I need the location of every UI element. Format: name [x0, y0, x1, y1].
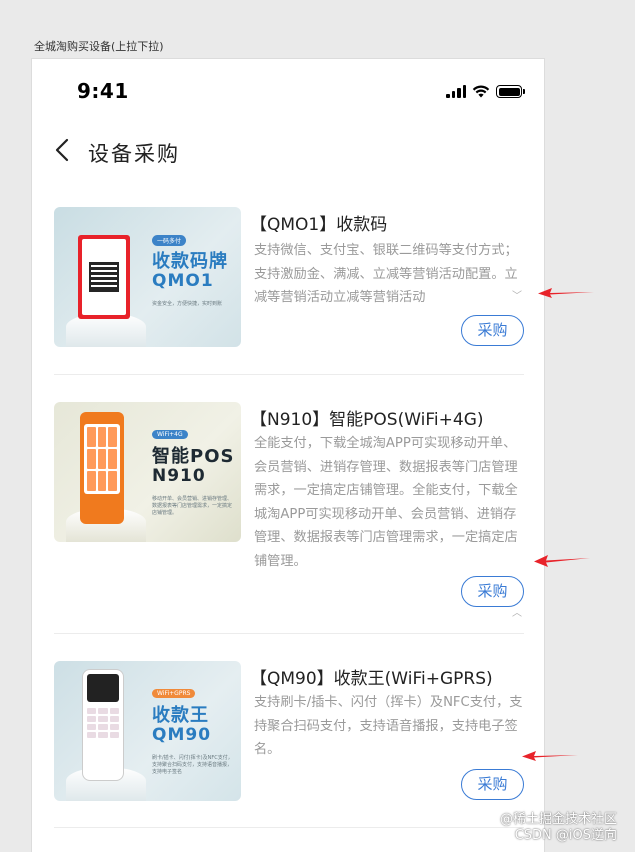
- product-image-n910: WiFi+4G 智能POS N910 移动开单、会员营销、进销存管理、数据报表等…: [54, 402, 241, 542]
- image-tag: WiFi+4G: [152, 430, 188, 439]
- status-time: 9:41: [77, 79, 129, 103]
- product-card-qmo1: 一码多付 收款码牌 QMO1 资金安全，方便快捷，实时到账 【QMO1】收款码 …: [54, 207, 524, 367]
- image-subtext: 资金安全，方便快捷，实时到账: [152, 301, 223, 307]
- product-description: 支持微信、支付宝、银联二维码等支付方式；支持激励金、满减、立减等营销活动配置。立…: [254, 243, 518, 305]
- product-description: 支持刷卡/插卡、闪付（挥卡）及NFC支付，支持聚合扫码支付，支持语音播报，支持电…: [254, 695, 523, 757]
- card-terminal-icon: [82, 669, 124, 781]
- product-description: 全能支付，下载全城淘APP可实现移动开单、会员营销、进销存管理、数据报表等门店管…: [254, 436, 518, 569]
- buy-button[interactable]: 采购: [461, 769, 524, 800]
- buy-button[interactable]: 采购: [461, 576, 524, 607]
- buy-button[interactable]: 采购: [461, 315, 524, 346]
- annotation-arrow-icon: [534, 555, 590, 567]
- image-headline: 收款码牌: [152, 251, 228, 272]
- annotation-arrow-icon: [538, 288, 594, 298]
- product-title: 【QMO1】收款码: [250, 215, 388, 235]
- watermark-line-2: CSDN @iOS逆向: [514, 828, 617, 843]
- divider: [54, 374, 524, 375]
- page-title: 设备采购: [88, 142, 180, 166]
- expand-chevron-icon[interactable]: ﹀: [512, 287, 522, 302]
- back-arrow-icon[interactable]: [52, 137, 74, 163]
- image-tag: WiFi+GPRS: [152, 689, 196, 698]
- pos-terminal-icon: [80, 412, 124, 524]
- battery-icon: [496, 85, 525, 98]
- phone-frame: 9:41 设备采购 一码多付 收款码牌 QMO1 资金安全，方便快捷，实时到账 …: [31, 58, 545, 852]
- annotation-arrow-icon: [522, 751, 578, 761]
- divider: [54, 633, 524, 634]
- wifi-icon: [472, 85, 490, 98]
- product-image-qm90: WiFi+GPRS 收款王 QM90 刷卡/插卡、闪付(挥卡)及NFC支付，支持…: [54, 661, 241, 801]
- image-subtext: 刷卡/插卡、闪付(挥卡)及NFC支付，支持聚合扫码支付，支持语音播报，支持电子签…: [152, 755, 233, 775]
- image-model: QM90: [152, 725, 212, 745]
- status-bar: 9:41: [32, 59, 544, 123]
- product-image-qmo1: 一码多付 收款码牌 QMO1 资金安全，方便快捷，实时到账: [54, 207, 241, 347]
- watermark: @稀土掘金技术社区 CSDN @iOS逆向: [500, 812, 617, 844]
- product-title: 【QM90】收款王(WiFi+GPRS): [250, 669, 493, 689]
- image-model: QMO1: [152, 271, 214, 291]
- image-subtext: 移动开单、会员营销、进销存管理、数据报表等门店管理需求，一定搞定店铺管理。: [152, 496, 233, 516]
- watermark-line-1: @稀土掘金技术社区: [499, 812, 617, 827]
- artboard-label: 全城淘购买设备(上拉下拉): [34, 40, 164, 53]
- product-card-qm90: WiFi+GPRS 收款王 QM90 刷卡/插卡、闪付(挥卡)及NFC支付，支持…: [54, 661, 524, 831]
- collapse-chevron-icon[interactable]: ︿: [512, 604, 522, 619]
- qr-code-stand-icon: [78, 235, 130, 319]
- cellular-signal-icon: [446, 85, 466, 98]
- image-headline: 收款王: [152, 705, 209, 726]
- image-headline: 智能POS: [152, 446, 235, 467]
- image-model: N910: [152, 466, 206, 486]
- nav-bar: 设备采购: [32, 129, 544, 173]
- status-icons: [446, 85, 525, 98]
- product-card-n910: WiFi+4G 智能POS N910 移动开单、会员营销、进销存管理、数据报表等…: [54, 402, 524, 622]
- product-title: 【N910】智能POS(WiFi+4G): [250, 410, 484, 430]
- image-tag: 一码多付: [152, 235, 187, 246]
- divider: [54, 827, 524, 828]
